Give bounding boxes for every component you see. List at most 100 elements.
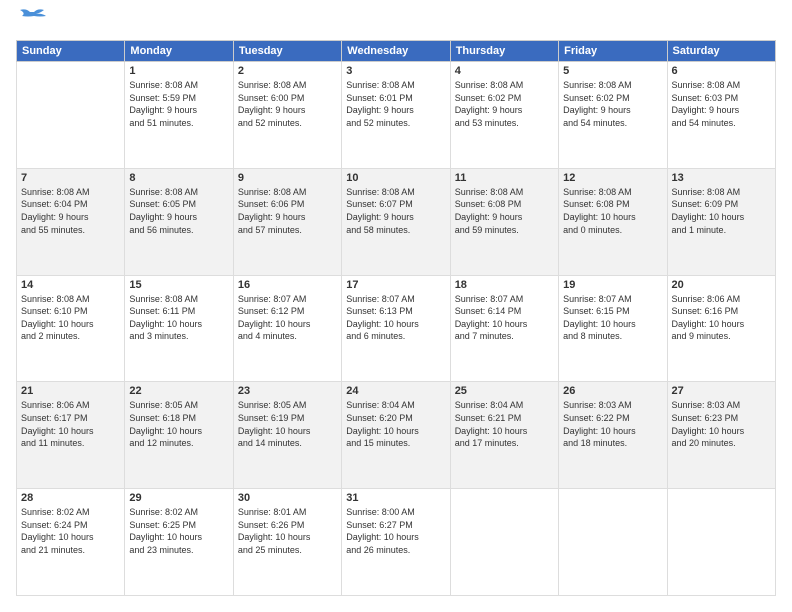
calendar-week-row: 1 Sunrise: 8:08 AM Sunset: 5:59 PM Daylig… [17, 62, 776, 169]
calendar-cell: 29 Sunrise: 8:02 AM Sunset: 6:25 PM Dayli… [125, 489, 233, 596]
day-number: 22 [129, 385, 228, 397]
day-info: Sunrise: 8:08 AM Sunset: 6:11 PM Dayligh… [129, 293, 228, 343]
weekday-header-thursday: Thursday [450, 41, 558, 62]
calendar-cell: 31 Sunrise: 8:00 AM Sunset: 6:27 PM Dayli… [342, 489, 450, 596]
calendar-cell: 14 Sunrise: 8:08 AM Sunset: 6:10 PM Dayli… [17, 275, 125, 382]
weekday-header-wednesday: Wednesday [342, 41, 450, 62]
calendar-cell: 12Sunrise: 8:08 AM Sunset: 6:08 PM Dayli… [559, 168, 667, 275]
calendar-week-row: 21 Sunrise: 8:06 AM Sunset: 6:17 PM Dayli… [17, 382, 776, 489]
day-info: Sunrise: 8:08 AM Sunset: 6:08 PM Dayligh… [455, 186, 554, 236]
calendar-cell: 8Sunrise: 8:08 AM Sunset: 6:05 PM Daylig… [125, 168, 233, 275]
day-info: Sunrise: 8:08 AM Sunset: 6:06 PM Dayligh… [238, 186, 337, 236]
calendar-cell: 26Sunrise: 8:03 AM Sunset: 6:22 PM Dayli… [559, 382, 667, 489]
day-number: 8 [129, 172, 228, 184]
day-info: Sunrise: 8:07 AM Sunset: 6:14 PM Dayligh… [455, 293, 554, 343]
day-number: 11 [455, 172, 554, 184]
day-info: Sunrise: 8:04 AM Sunset: 6:20 PM Dayligh… [346, 399, 445, 449]
calendar-cell [667, 489, 775, 596]
day-number: 17 [346, 279, 445, 291]
day-number: 16 [238, 279, 337, 291]
day-number: 15 [129, 279, 228, 291]
calendar-cell: 10 Sunrise: 8:08 AM Sunset: 6:07 PM Dayli… [342, 168, 450, 275]
calendar-cell: 23Sunrise: 8:05 AM Sunset: 6:19 PM Dayli… [233, 382, 341, 489]
day-info: Sunrise: 8:02 AM Sunset: 6:24 PM Dayligh… [21, 506, 120, 556]
calendar-cell: 22 Sunrise: 8:05 AM Sunset: 6:18 PM Dayli… [125, 382, 233, 489]
calendar-cell: 9 Sunrise: 8:08 AM Sunset: 6:06 PM Daylig… [233, 168, 341, 275]
weekday-header-saturday: Saturday [667, 41, 775, 62]
day-number: 29 [129, 492, 228, 504]
day-info: Sunrise: 8:08 AM Sunset: 6:03 PM Dayligh… [672, 79, 771, 129]
weekday-header-sunday: Sunday [17, 41, 125, 62]
day-info: Sunrise: 8:04 AM Sunset: 6:21 PM Dayligh… [455, 399, 554, 449]
day-info: Sunrise: 8:07 AM Sunset: 6:12 PM Dayligh… [238, 293, 337, 343]
day-number: 28 [21, 492, 120, 504]
calendar-cell: 25 Sunrise: 8:04 AM Sunset: 6:21 PM Dayli… [450, 382, 558, 489]
day-number: 2 [238, 65, 337, 77]
calendar-cell [17, 62, 125, 169]
day-number: 20 [672, 279, 771, 291]
day-number: 7 [21, 172, 120, 184]
day-number: 6 [672, 65, 771, 77]
calendar-cell: 2 Sunrise: 8:08 AM Sunset: 6:00 PM Daylig… [233, 62, 341, 169]
calendar-cell: 30Sunrise: 8:01 AM Sunset: 6:26 PM Dayli… [233, 489, 341, 596]
day-number: 1 [129, 65, 228, 77]
day-info: Sunrise: 8:08 AM Sunset: 5:59 PM Dayligh… [129, 79, 228, 129]
calendar-cell: 21 Sunrise: 8:06 AM Sunset: 6:17 PM Dayli… [17, 382, 125, 489]
calendar-cell: 24 Sunrise: 8:04 AM Sunset: 6:20 PM Dayli… [342, 382, 450, 489]
calendar-cell: 18 Sunrise: 8:07 AM Sunset: 6:14 PM Dayli… [450, 275, 558, 382]
day-number: 18 [455, 279, 554, 291]
day-info: Sunrise: 8:08 AM Sunset: 6:02 PM Dayligh… [563, 79, 662, 129]
day-info: Sunrise: 8:02 AM Sunset: 6:25 PM Dayligh… [129, 506, 228, 556]
calendar-cell: 28 Sunrise: 8:02 AM Sunset: 6:24 PM Dayli… [17, 489, 125, 596]
calendar-cell: 17 Sunrise: 8:07 AM Sunset: 6:13 PM Dayli… [342, 275, 450, 382]
day-info: Sunrise: 8:08 AM Sunset: 6:10 PM Dayligh… [21, 293, 120, 343]
day-number: 25 [455, 385, 554, 397]
day-info: Sunrise: 8:03 AM Sunset: 6:23 PM Dayligh… [672, 399, 771, 449]
calendar-cell: 15 Sunrise: 8:08 AM Sunset: 6:11 PM Dayli… [125, 275, 233, 382]
day-number: 3 [346, 65, 445, 77]
day-info: Sunrise: 8:05 AM Sunset: 6:18 PM Dayligh… [129, 399, 228, 449]
day-info: Sunrise: 8:00 AM Sunset: 6:27 PM Dayligh… [346, 506, 445, 556]
calendar: SundayMondayTuesdayWednesdayThursdayFrid… [16, 40, 776, 596]
day-info: Sunrise: 8:07 AM Sunset: 6:13 PM Dayligh… [346, 293, 445, 343]
weekday-header-row: SundayMondayTuesdayWednesdayThursdayFrid… [17, 41, 776, 62]
day-number: 24 [346, 385, 445, 397]
calendar-cell: 19 Sunrise: 8:07 AM Sunset: 6:15 PM Dayli… [559, 275, 667, 382]
day-info: Sunrise: 8:08 AM Sunset: 6:01 PM Dayligh… [346, 79, 445, 129]
day-info: Sunrise: 8:08 AM Sunset: 6:00 PM Dayligh… [238, 79, 337, 129]
calendar-cell: 5Sunrise: 8:08 AM Sunset: 6:02 PM Daylig… [559, 62, 667, 169]
calendar-week-row: 7 Sunrise: 8:08 AM Sunset: 6:04 PM Daylig… [17, 168, 776, 275]
calendar-cell: 6 Sunrise: 8:08 AM Sunset: 6:03 PM Daylig… [667, 62, 775, 169]
weekday-header-tuesday: Tuesday [233, 41, 341, 62]
day-info: Sunrise: 8:08 AM Sunset: 6:07 PM Dayligh… [346, 186, 445, 236]
calendar-cell: 3 Sunrise: 8:08 AM Sunset: 6:01 PM Daylig… [342, 62, 450, 169]
day-number: 21 [21, 385, 120, 397]
day-number: 9 [238, 172, 337, 184]
day-number: 30 [238, 492, 337, 504]
day-info: Sunrise: 8:08 AM Sunset: 6:02 PM Dayligh… [455, 79, 554, 129]
day-info: Sunrise: 8:07 AM Sunset: 6:15 PM Dayligh… [563, 293, 662, 343]
logo-bird-icon [20, 8, 48, 30]
calendar-cell: 1 Sunrise: 8:08 AM Sunset: 5:59 PM Daylig… [125, 62, 233, 169]
day-number: 14 [21, 279, 120, 291]
calendar-cell: 4 Sunrise: 8:08 AM Sunset: 6:02 PM Daylig… [450, 62, 558, 169]
day-number: 23 [238, 385, 337, 397]
day-info: Sunrise: 8:06 AM Sunset: 6:17 PM Dayligh… [21, 399, 120, 449]
calendar-week-row: 14 Sunrise: 8:08 AM Sunset: 6:10 PM Dayli… [17, 275, 776, 382]
calendar-cell: 7 Sunrise: 8:08 AM Sunset: 6:04 PM Daylig… [17, 168, 125, 275]
calendar-cell [450, 489, 558, 596]
calendar-week-row: 28 Sunrise: 8:02 AM Sunset: 6:24 PM Dayli… [17, 489, 776, 596]
page: SundayMondayTuesdayWednesdayThursdayFrid… [0, 0, 792, 612]
calendar-cell: 11 Sunrise: 8:08 AM Sunset: 6:08 PM Dayli… [450, 168, 558, 275]
day-info: Sunrise: 8:08 AM Sunset: 6:04 PM Dayligh… [21, 186, 120, 236]
day-info: Sunrise: 8:08 AM Sunset: 6:09 PM Dayligh… [672, 186, 771, 236]
calendar-cell: 27 Sunrise: 8:03 AM Sunset: 6:23 PM Dayli… [667, 382, 775, 489]
day-info: Sunrise: 8:08 AM Sunset: 6:08 PM Dayligh… [563, 186, 662, 236]
day-number: 10 [346, 172, 445, 184]
day-number: 19 [563, 279, 662, 291]
day-number: 31 [346, 492, 445, 504]
day-number: 4 [455, 65, 554, 77]
day-info: Sunrise: 8:03 AM Sunset: 6:22 PM Dayligh… [563, 399, 662, 449]
day-number: 27 [672, 385, 771, 397]
weekday-header-friday: Friday [559, 41, 667, 62]
